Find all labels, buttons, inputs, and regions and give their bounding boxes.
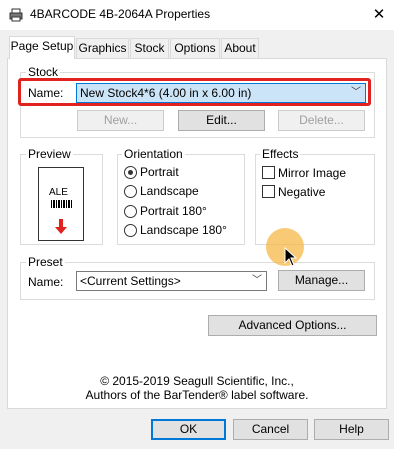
- mouse-cursor-icon: [284, 247, 298, 267]
- negative-label[interactable]: Negative: [278, 185, 325, 199]
- portrait-180-radio[interactable]: [124, 205, 137, 218]
- preview-group-title: Preview: [26, 147, 73, 161]
- printer-icon: [9, 8, 23, 22]
- landscape-radio[interactable]: [124, 185, 137, 198]
- ok-button[interactable]: OK: [151, 419, 226, 440]
- preset-name-value: <Current Settings>: [80, 274, 181, 288]
- manage-button[interactable]: Manage...: [278, 270, 365, 291]
- copyright-line-1: © 2015-2019 Seagull Scientific, Inc.,: [100, 374, 294, 388]
- close-icon: ✕: [372, 6, 386, 23]
- mirror-image-label[interactable]: Mirror Image: [278, 166, 346, 180]
- landscape-180-radio[interactable]: [124, 224, 137, 237]
- negative-checkbox[interactable]: [262, 185, 275, 198]
- orientation-group-title: Orientation: [122, 147, 185, 161]
- tab-options[interactable]: Options: [170, 38, 220, 58]
- preset-name-label: Name:: [28, 275, 64, 289]
- tab-about[interactable]: About: [221, 38, 259, 58]
- red-highlight-box: [18, 78, 371, 106]
- landscape-180-label[interactable]: Landscape 180°: [140, 223, 227, 237]
- preset-group-title: Preset: [26, 255, 65, 269]
- preset-name-dropdown[interactable]: <Current Settings> ﹀: [76, 271, 267, 291]
- close-button[interactable]: ✕: [364, 3, 394, 27]
- stock-new-button[interactable]: New...: [77, 110, 164, 131]
- portrait-label[interactable]: Portrait: [140, 165, 179, 179]
- cancel-button[interactable]: Cancel: [233, 419, 308, 440]
- tab-stock[interactable]: Stock: [130, 38, 169, 58]
- title-bar: 4BARCODE 4B-2064A Properties ✕: [0, 0, 394, 30]
- preview-label-text: ALE: [49, 187, 68, 198]
- stock-group-title: Stock: [26, 65, 61, 79]
- effects-group-title: Effects: [260, 147, 301, 161]
- arrow-down-icon: [55, 219, 67, 234]
- portrait-radio[interactable]: [124, 166, 137, 179]
- mirror-image-checkbox[interactable]: [262, 166, 275, 179]
- advanced-options-button[interactable]: Advanced Options...: [208, 315, 377, 336]
- stock-delete-button[interactable]: Delete...: [278, 110, 365, 131]
- chevron-down-icon: ﹀: [252, 275, 262, 286]
- window-title: 4BARCODE 4B-2064A Properties: [30, 7, 211, 21]
- landscape-label[interactable]: Landscape: [140, 184, 199, 198]
- copyright-line-2: Authors of the BarTender® label software…: [85, 388, 309, 402]
- portrait-180-label[interactable]: Portrait 180°: [140, 204, 207, 218]
- barcode-icon: [51, 200, 73, 208]
- stock-edit-button[interactable]: Edit...: [178, 110, 265, 131]
- help-button[interactable]: Help: [314, 419, 389, 440]
- tab-graphics[interactable]: Graphics: [76, 38, 129, 58]
- tab-page-setup[interactable]: Page Setup: [9, 36, 75, 59]
